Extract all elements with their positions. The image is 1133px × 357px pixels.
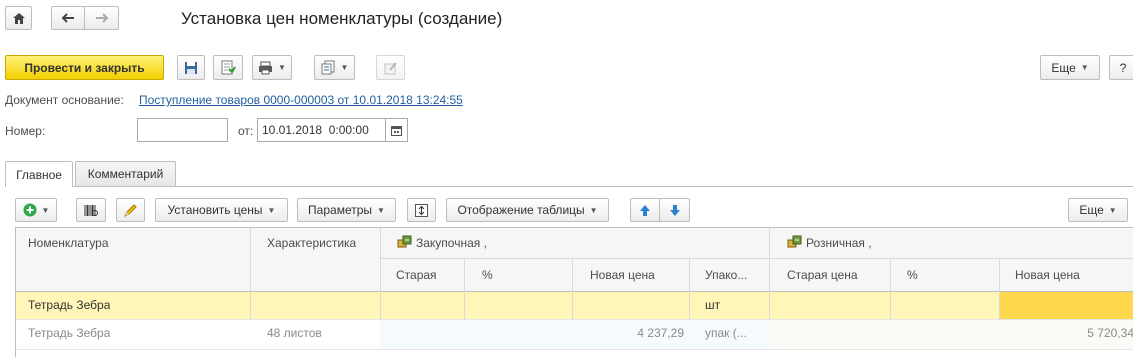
chevron-down-icon: ▼ [1108,205,1117,215]
date-input[interactable]: 10.01.2018 0:00:00 [257,118,385,142]
number-label: Номер: [5,124,46,138]
move-up-button[interactable] [630,198,660,222]
number-input[interactable] [137,118,228,142]
set-prices-button[interactable]: Установить цены ▼ [155,198,288,222]
cell-characteristic[interactable]: 48 листов [267,326,322,340]
column-header-retail-new[interactable]: Новая цена [1015,268,1080,282]
printer-icon [259,61,273,74]
column-group-retail[interactable]: Розничная , [806,236,872,250]
chevron-down-icon: ▼ [377,205,385,215]
table-header [16,228,1133,291]
retail-price-type-icon [787,235,802,248]
grid-line [769,228,770,319]
grid-line [689,259,690,319]
help-button[interactable]: ? [1109,55,1133,80]
grid-line [250,228,251,319]
window-title: Установка цен номенклатуры (создание) [181,9,503,28]
column-header-purchase-old[interactable]: Старая [396,268,437,282]
chevron-down-icon: ▼ [589,205,598,215]
set-prices-label: Установить цены [167,203,263,217]
post-document-icon [221,60,236,74]
chevron-down-icon: ▼ [278,63,286,72]
print-button[interactable]: ▼ [252,55,292,80]
chevron-down-icon: ▼ [1080,63,1089,72]
pencil-icon [123,203,137,217]
grid-line [572,259,573,319]
cell-purchase-unit[interactable]: упак (... [705,326,747,340]
column-header-purchase-unit[interactable]: Упако... [705,268,747,282]
column-header-retail-percent[interactable]: % [907,268,918,282]
chevron-down-icon: ▼ [41,205,50,215]
prices-table: Номенклатура Характеристика Закупочная ,… [15,227,1133,357]
barcode-icon [84,204,98,216]
price-type-icon [787,235,802,248]
calendar-button[interactable] [385,118,408,142]
calendar-icon [391,125,402,136]
grid-line [380,258,1133,259]
move-down-button[interactable] [660,198,690,222]
home-button[interactable] [5,6,32,30]
table-display-label: Отображение таблицы [457,203,585,217]
post-button[interactable] [213,55,243,80]
cell-purchase-new[interactable]: 4 237,29 [576,326,684,340]
expand-rows-button[interactable] [407,198,436,222]
parameters-label: Параметры [308,203,373,217]
price-type-icon [397,235,412,248]
grid-line [16,319,1133,320]
arrow-left-icon [61,13,74,23]
tab-comment[interactable]: Комментарий [75,161,176,186]
save-button[interactable] [177,55,205,80]
grid-line [380,228,381,319]
cell-purchase-unit[interactable]: шт [705,298,720,312]
table-more-label: Еще [1079,203,1104,217]
add-row-button[interactable]: ▼ [15,198,57,222]
active-cell[interactable] [999,291,1133,319]
grid-line [999,259,1000,319]
help-label: ? [1119,60,1127,75]
floppy-disk-icon [185,61,197,74]
arrow-down-icon [669,204,680,216]
more-button[interactable]: Еще ▼ [1040,55,1100,80]
back-button[interactable] [51,6,85,30]
home-icon [12,12,25,24]
forward-button[interactable] [85,6,119,30]
purchase-price-type-icon [397,235,412,248]
barcode-search-button[interactable] [76,198,106,222]
edit-pencil-icon [384,61,397,74]
parameters-button[interactable]: Параметры ▼ [297,198,396,222]
column-header-item[interactable]: Номенклатура [28,236,109,250]
arrow-up-icon [640,204,650,216]
cell-item[interactable]: Тетрадь Зебра [28,326,110,340]
grid-line [464,259,465,319]
column-header-purchase-percent[interactable]: % [482,268,493,282]
base-document-label: Документ основание: [5,93,124,107]
tabs-baseline [5,186,1133,187]
cell-item[interactable]: Тетрадь Зебра [28,298,110,312]
more-label: Еще [1051,60,1076,75]
grid-line [890,259,891,319]
column-header-purchase-new[interactable]: Новая цена [590,268,655,282]
related-docs-button[interactable]: ▼ [314,55,355,80]
post-and-close-button[interactable]: Провести и закрыть [5,55,164,80]
table-row-selected[interactable] [16,291,1133,319]
column-header-retail-old[interactable]: Старая цена [787,268,858,282]
grid-line [16,291,1133,292]
grid-line [16,349,1133,350]
chevron-down-icon: ▼ [267,205,276,215]
plus-circle-icon [23,203,37,217]
table-more-button[interactable]: Еще ▼ [1068,198,1128,222]
base-document-link[interactable]: Поступление товаров 0000-000003 от 10.01… [139,93,463,107]
tab-main[interactable]: Главное [5,161,73,187]
date-from-label: от: [238,124,254,138]
expand-vertical-icon [415,203,428,217]
documents-icon [321,60,335,75]
chevron-down-icon: ▼ [340,63,349,72]
arrow-right-icon [95,13,108,23]
cell-retail-new[interactable]: 5 720,34 [1006,326,1133,340]
table-display-button[interactable]: Отображение таблицы ▼ [446,198,609,222]
column-header-characteristic[interactable]: Характеристика [267,236,356,250]
edit-button[interactable] [376,55,405,80]
fill-button[interactable] [116,198,145,222]
column-group-purchase[interactable]: Закупочная , [416,236,487,250]
